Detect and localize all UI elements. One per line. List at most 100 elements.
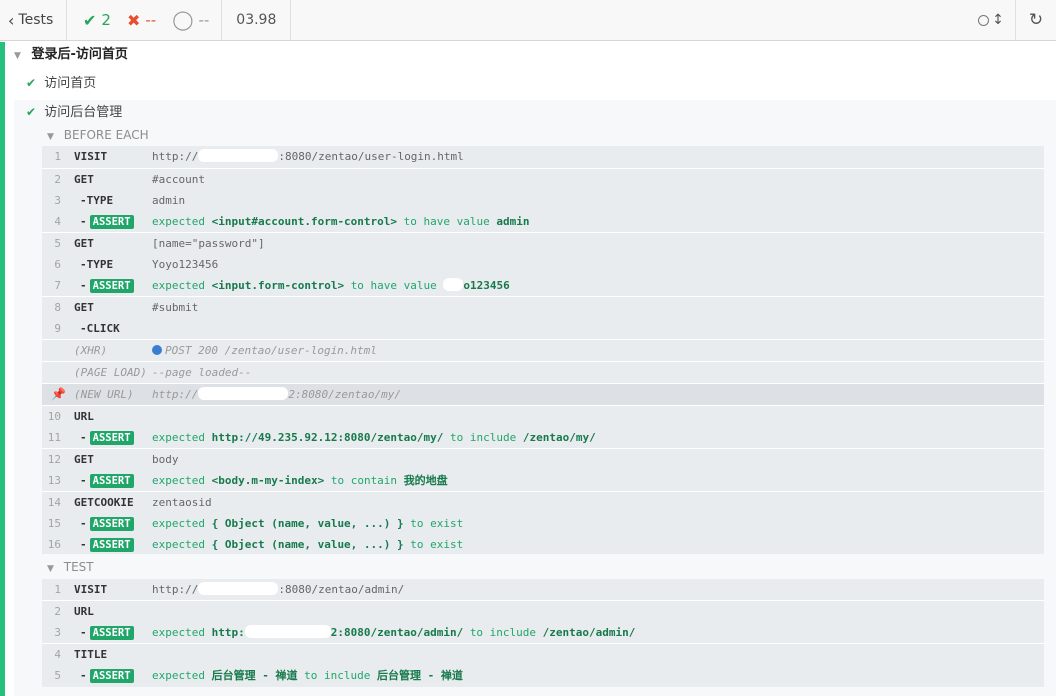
command-message: expected { Object (name, value, ...) } t… [152, 517, 464, 530]
restart-button[interactable]: ↻ [1016, 0, 1056, 40]
test-title-admin[interactable]: ✔ 访问后台管理 [26, 101, 122, 123]
command-name: TITLE [74, 648, 108, 661]
hook-title-text: TEST [63, 560, 94, 574]
command-message: expected http://49.235.92.12:8080/zentao… [152, 431, 596, 444]
command-message: expected { Object (name, value, ...) } t… [152, 538, 464, 551]
command-number: 14 [47, 496, 61, 509]
command-row[interactable]: 12 GET body [42, 449, 1044, 470]
command-number: 2 [54, 173, 61, 186]
command-number: 2 [54, 605, 61, 618]
command-name: -TYPE [80, 194, 114, 207]
command-name: (PAGE LOAD) [74, 366, 147, 379]
failed-count: -- [145, 11, 157, 29]
command-row-assert[interactable]: 5 - ASSERT expected 后台管理 - 禅道 to include … [42, 665, 1044, 686]
command-row[interactable]: 3 -TYPE admin [42, 190, 1044, 211]
command-number: 1 [54, 150, 61, 163]
back-to-tests-button[interactable]: ‹ Tests [0, 0, 67, 40]
command-message: body [152, 453, 179, 466]
pin-icon[interactable]: 📌 [51, 384, 66, 405]
page-load-event-row: (PAGE LOAD) --page loaded-- [42, 362, 1044, 383]
command-number: 4 [54, 648, 61, 661]
assert-badge: ASSERT [89, 474, 134, 488]
command-message: expected <body.m-my-index> to contain 我的… [152, 474, 448, 487]
command-number: 11 [47, 431, 61, 444]
duration: 03.98 [221, 0, 292, 40]
new-url-event-row[interactable]: 📌 (NEW URL) http://2:8080/zentao/my/ [42, 384, 1044, 405]
command-message: POST 200 /zentao/user-login.html [152, 340, 377, 361]
command-name: -TYPE [80, 258, 114, 271]
command-row-assert[interactable]: 11 - ASSERT expected http://49.235.92.12:… [42, 427, 1044, 448]
command-number: 3 [54, 626, 61, 639]
command-message: Yoyo123456 [152, 258, 219, 271]
assert-badge: ASSERT [89, 538, 134, 552]
auto-scroll-toggle[interactable]: ↕ [967, 0, 1016, 40]
test-title-text: 访问首页 [44, 76, 97, 91]
cross-icon: ✖ [126, 10, 141, 30]
command-name: GET [74, 173, 94, 186]
command-number: 7 [54, 279, 61, 292]
suite-title[interactable]: ▼ 登录后-访问首页 [14, 44, 128, 66]
command-row[interactable]: 10 URL [42, 406, 1044, 427]
duration-value: 03.98 [236, 12, 277, 28]
test-hook-title[interactable]: ▼ TEST [47, 557, 94, 577]
command-message: expected http: 2:8080/zentao/admin/ to in… [152, 625, 636, 639]
command-row-assert[interactable]: 13 - ASSERT expected <body.m-my-index> to… [42, 470, 1044, 491]
command-row[interactable]: 5 GET [name="password"] [42, 233, 1044, 254]
passed-stat: ✔ 2 [83, 0, 111, 40]
command-message: http://:8080/zentao/user-login.html [152, 149, 464, 163]
command-name: - ASSERT [80, 622, 134, 643]
command-row-assert[interactable]: 16 - ASSERT expected { Object (name, valu… [42, 534, 1044, 555]
redacted-region [198, 387, 289, 400]
command-name: - ASSERT [80, 275, 134, 296]
check-icon: ✔ [26, 105, 37, 119]
command-number: 5 [54, 669, 61, 682]
command-number: 16 [47, 538, 61, 551]
xhr-status-dot-icon [152, 345, 162, 355]
command-name: - ASSERT [80, 470, 134, 491]
pending-count: -- [198, 11, 210, 29]
command-message: http://:8080/zentao/admin/ [152, 582, 405, 596]
command-name: - ASSERT [80, 427, 134, 448]
suite-title-text: 登录后-访问首页 [31, 47, 128, 62]
redacted-region [198, 149, 279, 162]
command-row[interactable]: 14 GETCOOKIE zentaosid [42, 492, 1044, 513]
before-each-hook-title[interactable]: ▼ BEFORE EACH [47, 125, 149, 145]
command-row-assert[interactable]: 15 - ASSERT expected { Object (name, valu… [42, 513, 1044, 534]
command-number: 15 [47, 517, 61, 530]
command-name: URL [74, 605, 94, 618]
command-row[interactable]: 6 -TYPE Yoyo123456 [42, 254, 1044, 275]
xhr-event-row[interactable]: (XHR) POST 200 /zentao/user-login.html [42, 340, 1044, 361]
command-number: 8 [54, 301, 61, 314]
test-title-home[interactable]: ✔ 访问首页 [26, 72, 96, 94]
suite-status-bar [0, 42, 5, 696]
assert-badge: ASSERT [89, 669, 134, 683]
test-title-text: 访问后台管理 [44, 105, 123, 120]
command-message: #account [152, 173, 205, 186]
command-row[interactable]: 8 GET #submit [42, 297, 1044, 318]
failed-stat: ✖ -- [127, 0, 156, 40]
command-row[interactable]: 1 VISIT http://:8080/zentao/user-login.h… [42, 146, 1044, 167]
refresh-icon: ↻ [1028, 10, 1044, 30]
command-number: 12 [47, 453, 61, 466]
command-row[interactable]: 2 URL [42, 601, 1044, 622]
command-row-assert[interactable]: 4 - ASSERT expected <input#account.form-c… [42, 211, 1044, 232]
caret-down-icon: ▼ [47, 564, 54, 574]
check-icon: ✔ [83, 10, 97, 30]
redacted-region [198, 582, 279, 595]
command-row[interactable]: 4 TITLE [42, 644, 1044, 665]
command-row[interactable]: 9 -CLICK [42, 318, 1044, 339]
command-name: VISIT [74, 150, 108, 163]
hook-title-text: BEFORE EACH [63, 128, 149, 142]
command-row-assert[interactable]: 3 - ASSERT expected http: 2:8080/zentao/ad… [42, 622, 1044, 643]
command-number: 6 [54, 258, 61, 271]
command-name: GETCOOKIE [74, 496, 134, 509]
command-message: [name="password"] [152, 237, 265, 250]
command-number: 13 [47, 474, 61, 487]
command-row-assert[interactable]: 7 - ASSERT expected <input.form-control> … [42, 275, 1044, 296]
command-row[interactable]: 1 VISIT http://:8080/zentao/admin/ [42, 579, 1044, 600]
command-row[interactable]: 2 GET #account [42, 169, 1044, 190]
check-icon: ✔ [26, 76, 37, 90]
pending-stat: ◯ -- [172, 0, 209, 40]
circle-notch-icon: ◯ [172, 9, 194, 31]
command-name: (NEW URL) [74, 388, 134, 401]
